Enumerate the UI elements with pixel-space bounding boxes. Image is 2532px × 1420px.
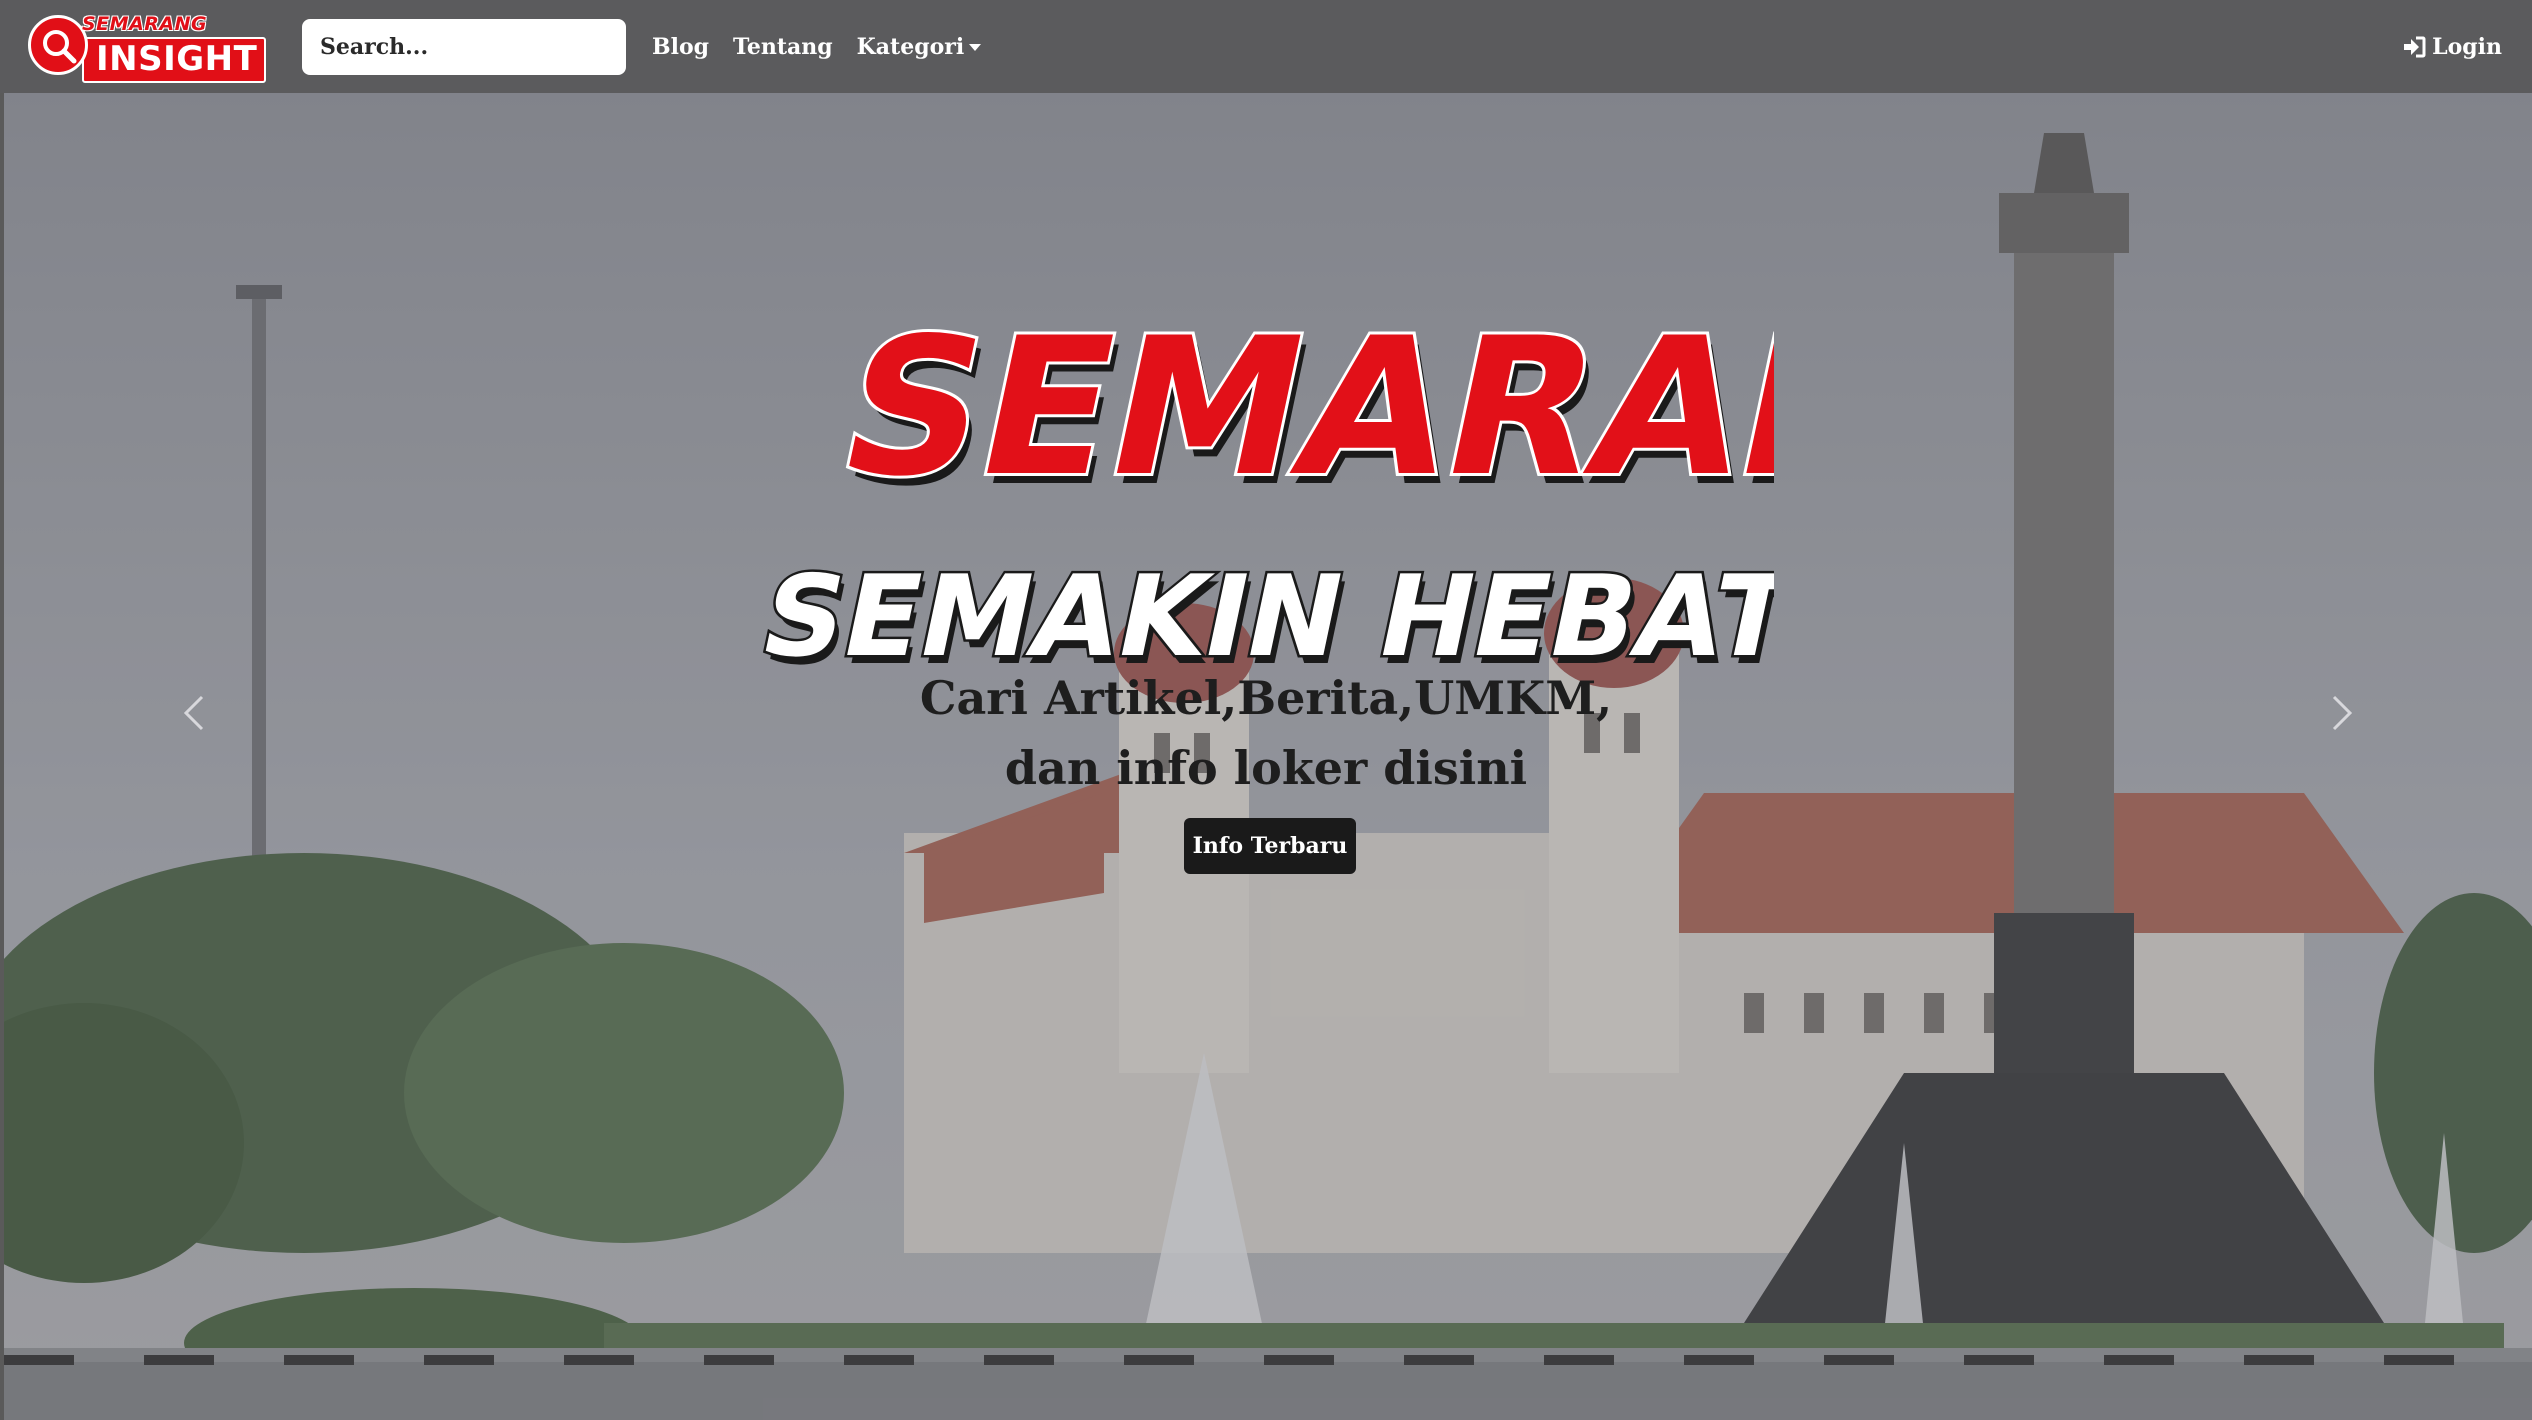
nav-dropdown-kategori[interactable]: Kategori [857,34,982,60]
brand-logo[interactable]: SEMARANG INSIGHT [22,9,266,85]
search-input[interactable] [302,18,626,75]
caret-down-icon [969,44,982,51]
logo-top-text: SEMARANG [82,12,208,35]
nav-link-blog[interactable]: Blog [652,34,709,60]
magnifier-icon [28,14,88,75]
tagline-line2: dan info loker disini [1004,741,1528,795]
logo-main-text: INSIGHT [96,38,258,79]
nav-dropdown-label: Kategori [856,33,965,60]
login-label: Login [2432,33,2502,60]
info-terbaru-button[interactable]: Info Terbaru [1184,818,1356,874]
hero-carousel: SEMARANG SEMARANG SEMAKIN HEBAT! SEMAKIN… [4,93,2532,1420]
headline-line1: SEMARANG [823,298,1774,519]
sign-in-icon [2404,36,2426,57]
nav-link-tentang[interactable]: Tentang [733,34,833,60]
navbar: SEMARANG INSIGHT Blog Tentang Kategori L… [0,0,2532,93]
page: SEMARANG INSIGHT Blog Tentang Kategori L… [0,0,2532,1420]
tagline-line1: Cari Artikel,Berita,UMKM, [919,671,1613,725]
login-link[interactable]: Login [2402,34,2502,60]
